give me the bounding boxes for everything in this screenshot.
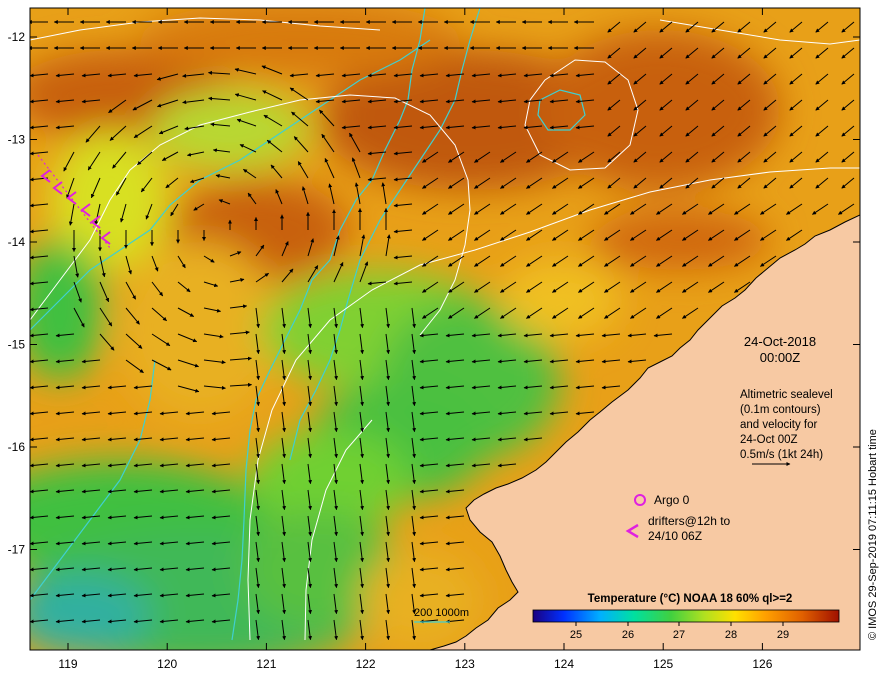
argo-label: Argo 0 <box>654 493 690 507</box>
info-line-1: Altimetric sealevel <box>740 389 833 401</box>
lat-tick-label: -13 <box>8 133 26 147</box>
info-line-4: 24-Oct 00Z <box>740 434 798 446</box>
lon-tick-label: 120 <box>157 657 177 671</box>
colorbar-tick-label: 28 <box>725 629 737 641</box>
drifter-label-2: 24/10 06Z <box>648 529 702 543</box>
lon-tick-label: 126 <box>752 657 772 671</box>
lon-tick-label: 124 <box>554 657 574 671</box>
colorbar-gradient <box>532 609 840 623</box>
lat-tick-label: -12 <box>8 30 26 44</box>
lon-tick-label: 119 <box>58 657 77 671</box>
velocity-scale-label: 0.5m/s (1kt 24h) <box>740 449 823 461</box>
colorbar-tick-label: 25 <box>570 629 582 641</box>
time-label: 00:00Z <box>760 350 801 365</box>
bathy-legend-label: 200 1000m <box>414 607 469 619</box>
credit-text: © IMOS 29-Sep-2019 07:11:15 Hobart time <box>867 429 879 640</box>
info-line-2: (0.1m contours) <box>740 404 821 416</box>
colorbar-tick-label: 26 <box>622 629 634 641</box>
info-line-3: and velocity for <box>740 419 818 431</box>
colorbar-tick-label: 27 <box>673 629 685 641</box>
lat-tick-label: -14 <box>8 235 26 249</box>
lat-tick-label: -16 <box>8 440 26 454</box>
drifter-label-1: drifters@12h to <box>648 514 731 528</box>
lat-tick-label: -17 <box>8 543 26 557</box>
lon-tick-label: 122 <box>356 657 376 671</box>
lon-tick-label: 121 <box>256 657 276 671</box>
lon-tick-label: 123 <box>455 657 475 671</box>
plot-area <box>30 8 860 650</box>
lon-tick-label: 125 <box>653 657 673 671</box>
colorbar-tick-label: 29 <box>777 629 789 641</box>
ocean-temperature-map: 119 120 121 122 123 124 125 126 -12 -13 -14 -15 -16… <box>0 0 880 680</box>
colorbar-title: Temperature (°C) NOAA 18 60% ql>=2 <box>588 593 793 605</box>
map-figure: 119 120 121 122 123 124 125 126 -12 -13 -14 -15 -16… <box>8 7 879 671</box>
lat-tick-label: -15 <box>8 338 26 352</box>
date-label: 24-Oct-2018 <box>744 334 816 349</box>
